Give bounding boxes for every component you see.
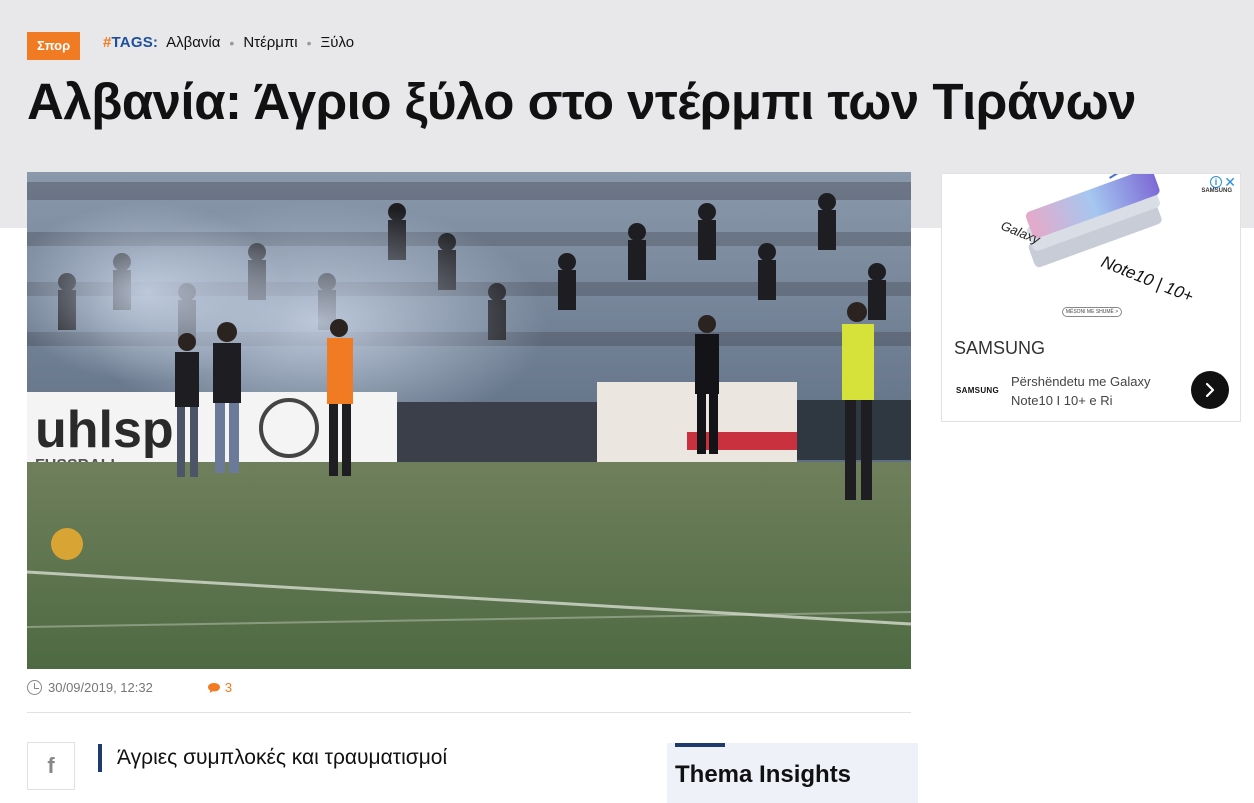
comments-link[interactable]: 3: [207, 680, 232, 695]
tag-separator: •: [306, 34, 312, 51]
facebook-share-button[interactable]: f: [27, 742, 75, 790]
clock-icon: [27, 680, 42, 695]
ad-text: Përshëndetu me Galaxy Note10 I 10+ e Ri: [1011, 374, 1151, 408]
chevron-right-icon: [1205, 382, 1215, 398]
ad-product-word2: Note10 | 10+: [1099, 252, 1197, 306]
insights-title: Thema Insights: [675, 761, 852, 788]
tags-bar: #TAGS: Αλβανία • Ντέρμπι • Ξύλο: [103, 34, 354, 51]
tags-hash: #: [103, 34, 112, 51]
ad-phone-illustration: Galaxy Note10 | 10+: [999, 174, 1197, 306]
tag-link-albania[interactable]: Αλβανία: [166, 34, 220, 51]
article-headline: Αλβανία: Άγριο ξύλο στο ντέρμπι των Τιρά…: [27, 73, 1137, 130]
tags-label-text: TAGS:: [111, 34, 159, 51]
meta-divider: [27, 712, 911, 713]
related-article[interactable]: Άγριες συμπλοκές και τραυματισμοί: [98, 744, 618, 772]
thema-insights-box: Thema Insights: [667, 743, 918, 803]
hero-photo-illustration: uhlsp FUSSBALL: [27, 172, 911, 669]
hero-image[interactable]: uhlsp FUSSBALL: [27, 172, 911, 669]
category-badge[interactable]: Σπορ: [27, 32, 81, 60]
tag-link-derby[interactable]: Ντέρμπι: [243, 34, 297, 51]
banner-text: uhlsp: [35, 401, 174, 459]
comment-icon: [207, 682, 220, 693]
tag-link-fight[interactable]: Ξύλο: [321, 34, 355, 51]
insights-accent-bar: [675, 743, 725, 747]
comments-count: 3: [224, 680, 233, 695]
ad-small-logo: SAMSUNG: [956, 386, 999, 395]
article-meta: 30/09/2019, 12:32 3: [27, 680, 232, 695]
facebook-icon: f: [47, 753, 55, 778]
ad-advertiser-name: SAMSUNG: [954, 338, 1046, 358]
related-article-title: Άγριες συμπλοκές και τραυματισμοί: [117, 746, 448, 769]
sidebar-ad[interactable]: i ✕ SAMSUNG Galaxy Note10 | 10+ MËSONI M…: [941, 173, 1241, 422]
tag-separator: •: [229, 34, 235, 51]
tags-label: #TAGS:: [103, 34, 158, 51]
publish-date: 30/09/2019, 12:32: [48, 680, 153, 695]
ad-cta-small[interactable]: MËSONI ME SHUMË >: [1062, 307, 1122, 317]
ad-arrow-button[interactable]: [1191, 371, 1229, 409]
